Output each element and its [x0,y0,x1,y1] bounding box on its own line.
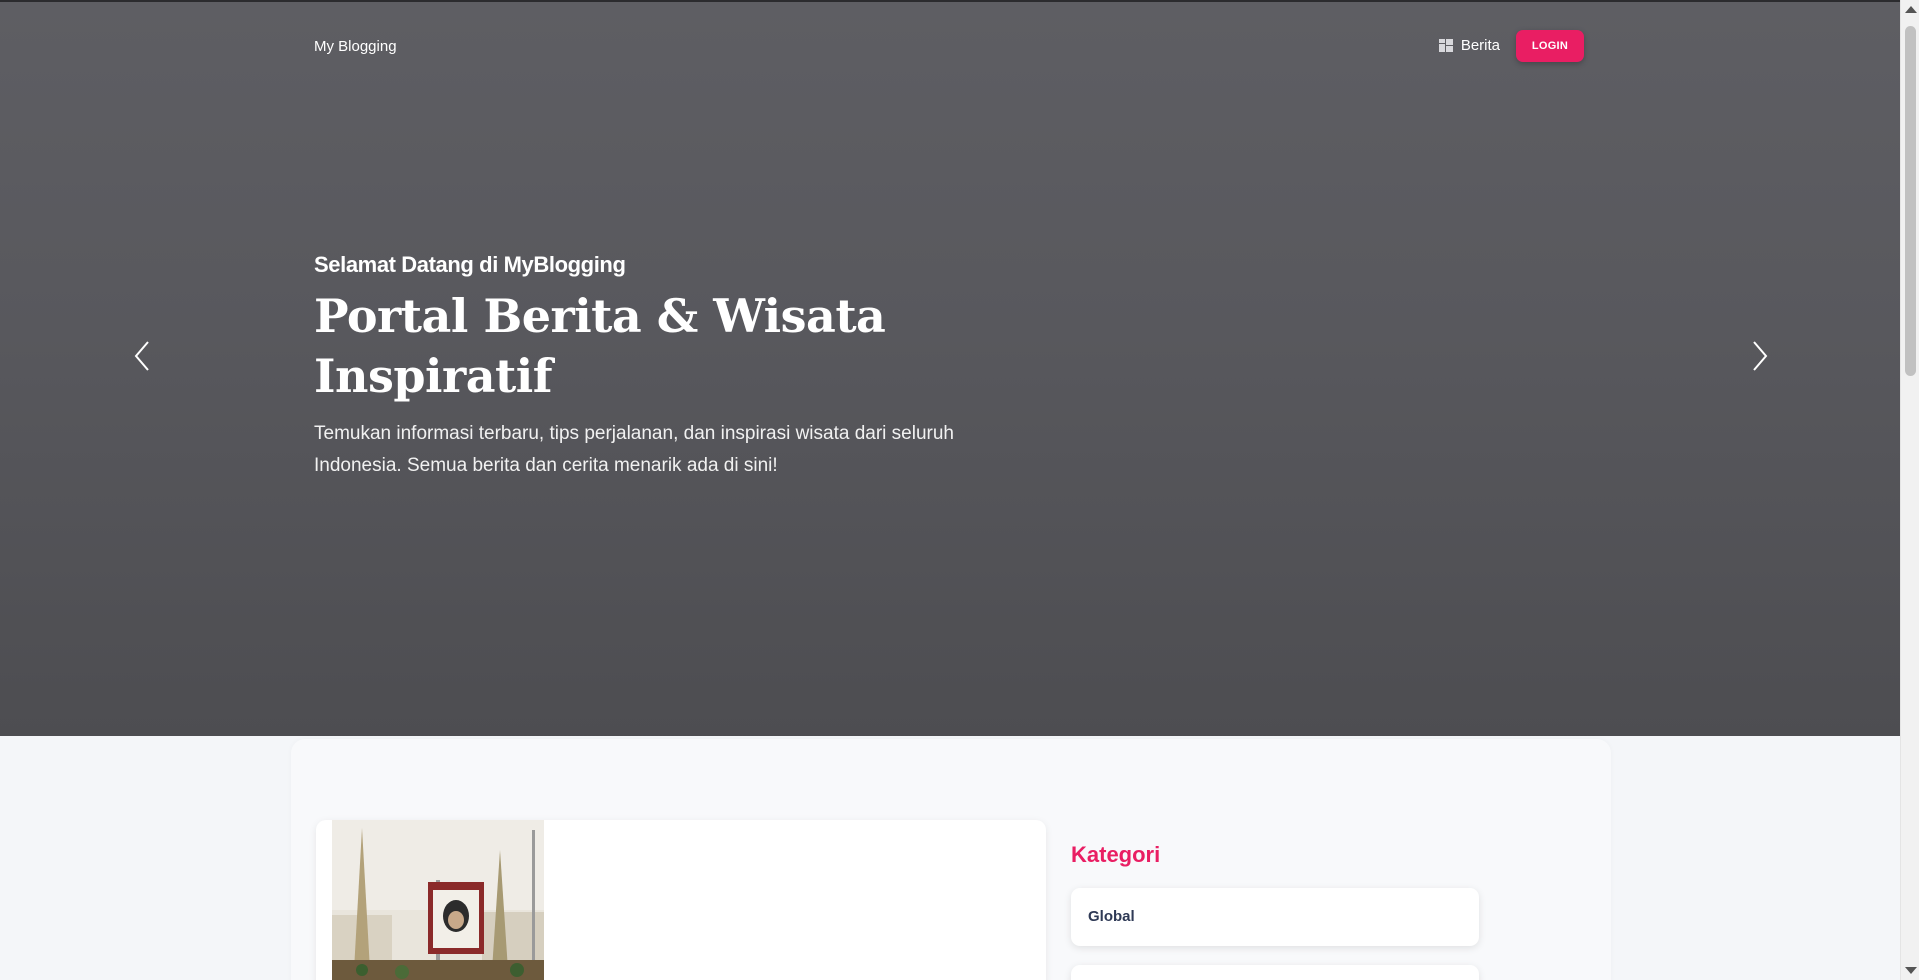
hero-kicker: Selamat Datang di MyBlogging [314,252,626,277]
vertical-scrollbar[interactable] [1900,0,1919,980]
category-item-global[interactable]: Global [1071,888,1479,946]
hero-title: Portal Berita & Wisata Inspiratif [314,286,974,406]
nav-berita-link[interactable]: Berita [1438,37,1500,54]
news-post-card[interactable] [316,820,1046,980]
login-button[interactable]: LOGIN [1516,30,1584,62]
hero-caption: Selamat Datang di MyBlogging Portal Beri… [314,252,974,482]
chevron-left-icon[interactable] [128,338,158,374]
category-label: Global [1088,908,1135,925]
scroll-down-arrow-icon[interactable] [1905,967,1917,974]
hero-title-line2: Inspiratif [314,349,553,403]
chevron-right-icon[interactable] [1744,338,1774,374]
hero-carousel: My Blogging Berita LOGIN Selamat Datang … [0,2,1900,736]
post-thumbnail[interactable] [332,820,544,980]
kategori-title: Kategori [1071,842,1161,867]
nav-berita-label: Berita [1460,37,1500,54]
category-item[interactable] [1071,965,1479,980]
top-navbar: My Blogging Berita LOGIN [314,30,1584,64]
scrollbar-thumb[interactable] [1905,26,1916,376]
post-thumbnail-image [332,820,544,980]
hero-title-line1: Portal Berita & Wisata [314,289,886,343]
brand-link[interactable]: My Blogging [314,38,397,55]
dashboard-grid-icon [1438,39,1453,52]
hero-description: Temukan informasi terbaru, tips perjalan… [314,423,954,476]
scroll-up-arrow-icon[interactable] [1905,6,1917,13]
browser-viewport: My Blogging Berita LOGIN Selamat Datang … [0,0,1900,980]
